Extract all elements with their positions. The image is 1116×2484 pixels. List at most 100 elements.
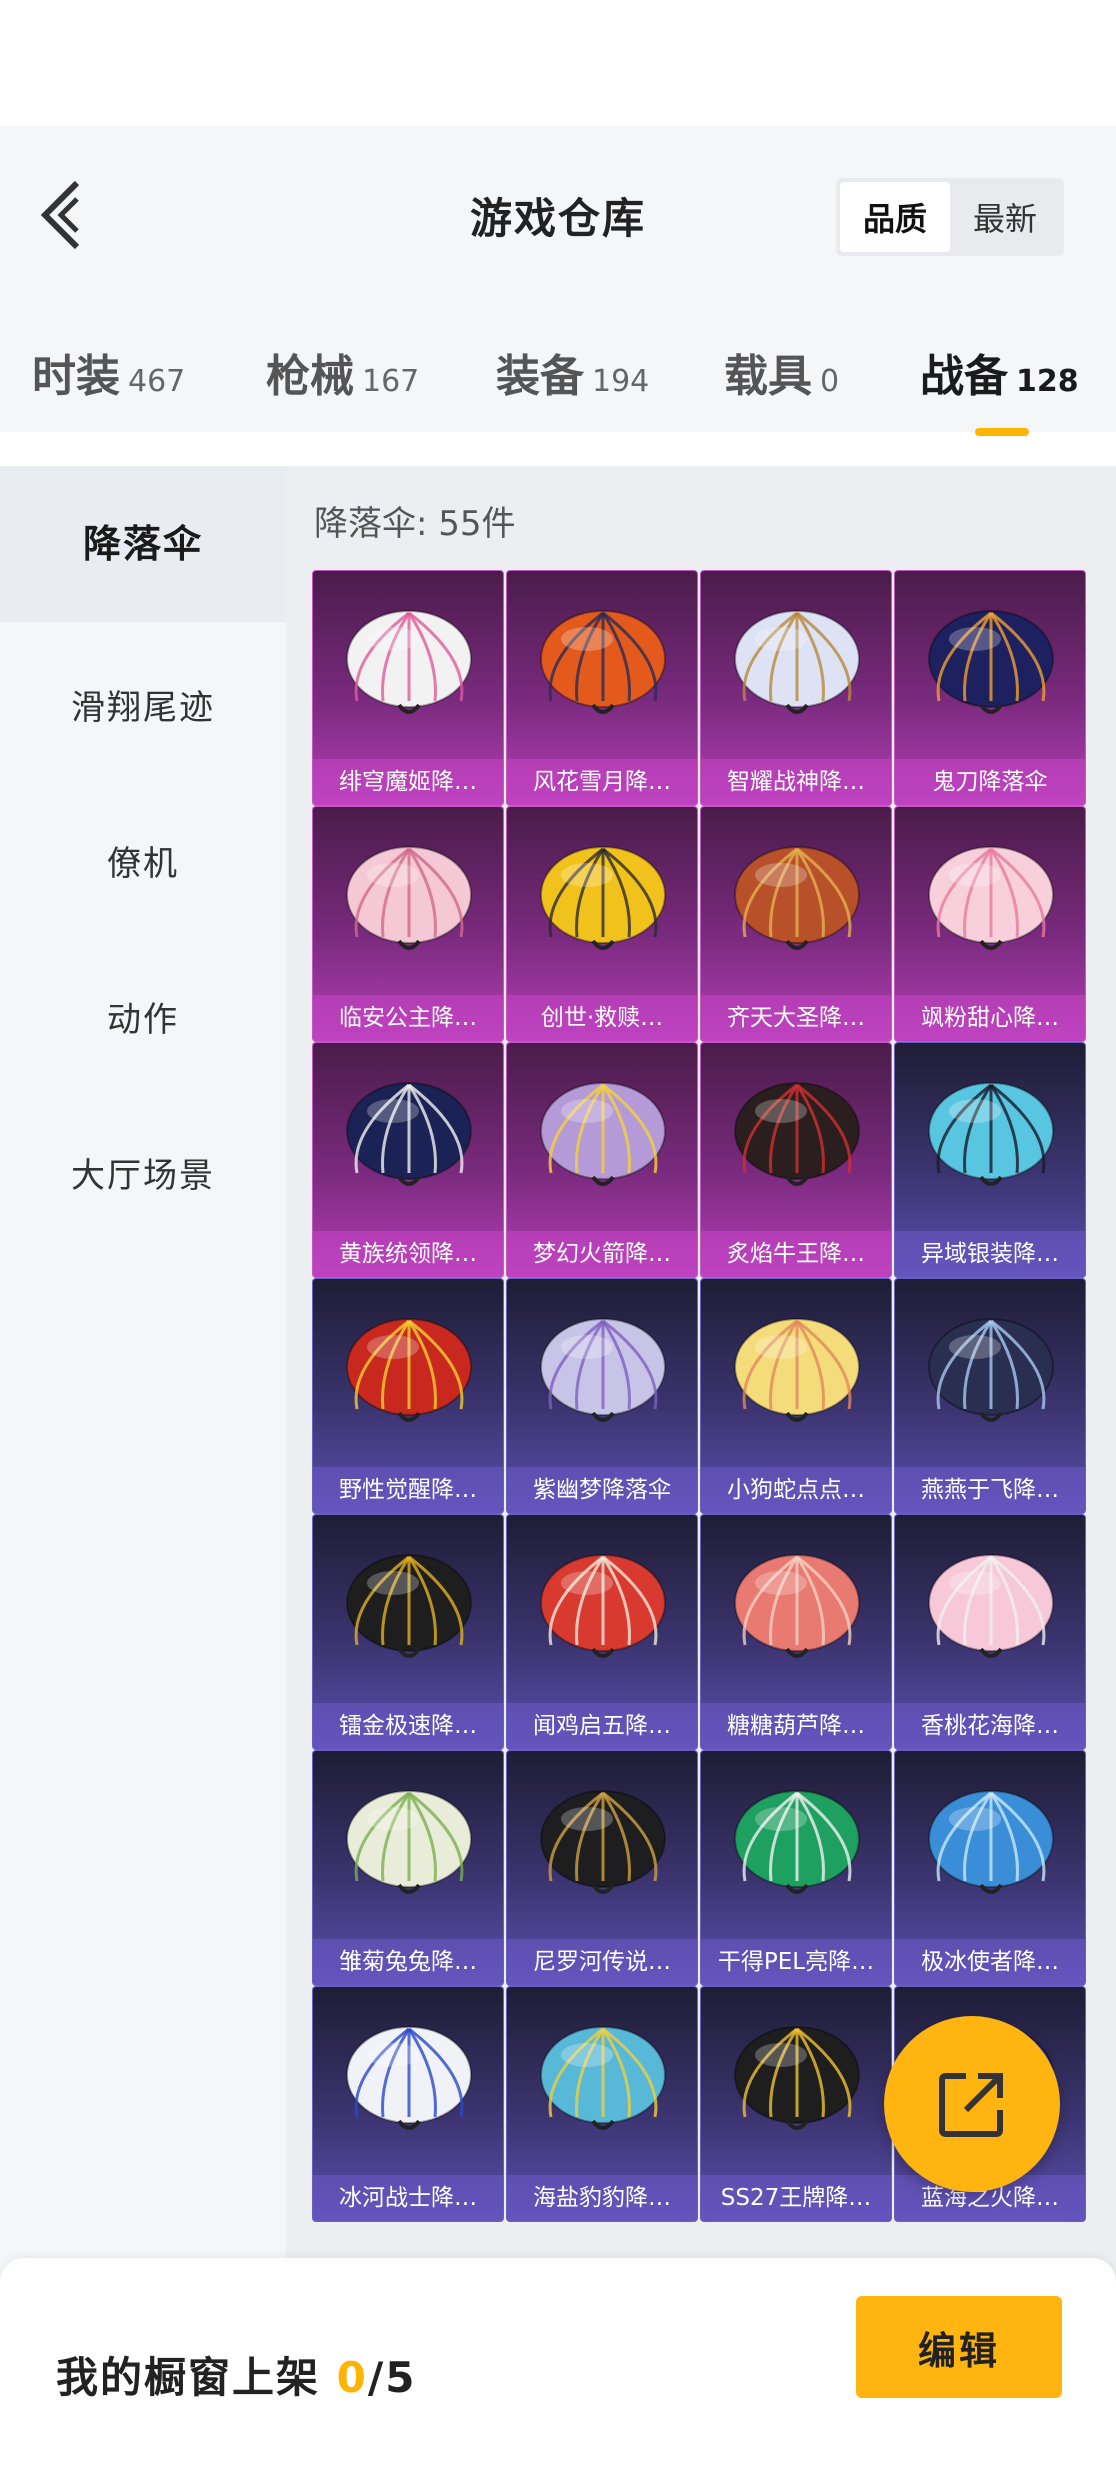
tab-count: 194 (592, 364, 650, 399)
item-name: 冰河战士降… (313, 2175, 503, 2221)
item-count-label: 降落伞: 55件 (314, 504, 516, 544)
parachute-icon (346, 1318, 472, 1422)
item-card[interactable]: 梦幻火箭降… (506, 1042, 698, 1278)
item-card[interactable]: 尼罗河传说… (506, 1750, 698, 1986)
item-name: 黄族统领降… (313, 1231, 503, 1277)
item-name: 齐天大圣降… (701, 995, 891, 1041)
item-name: 梦幻火箭降… (507, 1231, 697, 1277)
sidebar-item-glide-trail[interactable]: 滑翔尾迹 (0, 680, 286, 729)
sidebar-item-parachute[interactable]: 降落伞 (0, 466, 286, 622)
item-card[interactable]: 镭金极速降… (312, 1514, 504, 1750)
item-name: 紫幽梦降落伞 (507, 1467, 697, 1513)
item-card[interactable]: 飒粉甜心降… (894, 806, 1086, 1042)
bottom-bar: 我的橱窗上架 0/5 编辑 (0, 2258, 1116, 2484)
parachute-icon (540, 1554, 666, 1658)
edit-button[interactable]: 编辑 (856, 2296, 1062, 2398)
item-card[interactable]: 香桃花海降… (894, 1514, 1086, 1750)
item-name: 干得PEL亮降… (701, 1939, 891, 1985)
tab-fashion[interactable]: 时装 467 (32, 340, 185, 404)
tab-weapons[interactable]: 枪械 167 (266, 340, 419, 404)
share-button[interactable] (884, 2016, 1060, 2192)
parachute-icon (928, 1318, 1054, 1422)
item-name: 绯穹魔姬降… (313, 759, 503, 805)
item-card[interactable]: 小狗蛇点点… (700, 1278, 892, 1514)
parachute-icon (734, 846, 860, 950)
item-name: 极冰使者降… (895, 1939, 1085, 1985)
item-name: 镭金极速降… (313, 1703, 503, 1749)
item-card[interactable]: 冰河战士降… (312, 1986, 504, 2222)
item-card[interactable]: 海盐豹豹降… (506, 1986, 698, 2222)
item-card[interactable]: 野性觉醒降… (312, 1278, 504, 1514)
parachute-icon (928, 1554, 1054, 1658)
item-card[interactable]: 炙焰牛王降… (700, 1042, 892, 1278)
parachute-icon (540, 2026, 666, 2130)
parachute-icon (928, 610, 1054, 714)
item-card[interactable]: SS27王牌降… (700, 1986, 892, 2222)
parachute-icon (346, 2026, 472, 2130)
showcase-current-count: 0 (336, 2353, 368, 2402)
item-card[interactable]: 智耀战神降… (700, 570, 892, 806)
showcase-total: /5 (367, 2353, 417, 2402)
item-card[interactable]: 异域银装降… (894, 1042, 1086, 1278)
tab-count: 167 (362, 364, 420, 399)
parachute-icon (734, 1790, 860, 1894)
parachute-icon (734, 1318, 860, 1422)
parachute-icon (734, 1554, 860, 1658)
item-name: SS27王牌降… (701, 2175, 891, 2221)
tab-count: 128 (1016, 364, 1079, 399)
item-name: 香桃花海降… (895, 1703, 1085, 1749)
status-bar (0, 0, 1116, 126)
parachute-icon (540, 1082, 666, 1186)
parachute-icon (734, 1082, 860, 1186)
sidebar-item-wingman[interactable]: 僚机 (0, 836, 286, 885)
parachute-icon (346, 846, 472, 950)
item-name: 糖糖葫芦降… (701, 1703, 891, 1749)
sidebar: 降落伞 滑翔尾迹 僚机 动作 大厅场景 (0, 466, 286, 2484)
item-name: 野性觉醒降… (313, 1467, 503, 1513)
item-card[interactable]: 糖糖葫芦降… (700, 1514, 892, 1750)
item-card[interactable]: 鬼刀降落伞 (894, 570, 1086, 806)
item-card[interactable]: 绯穹魔姬降… (312, 570, 504, 806)
item-card[interactable]: 齐天大圣降… (700, 806, 892, 1042)
active-tab-indicator (975, 428, 1029, 436)
item-card[interactable]: 干得PEL亮降… (700, 1750, 892, 1986)
sort-option-newest[interactable]: 最新 (950, 182, 1060, 252)
item-name: 燕燕于飞降… (895, 1467, 1085, 1513)
item-card[interactable]: 紫幽梦降落伞 (506, 1278, 698, 1514)
share-icon (939, 2073, 1003, 2137)
tab-count: 0 (820, 364, 840, 399)
tab-label: 装备 (496, 351, 584, 402)
item-card[interactable]: 闻鸡启五降… (506, 1514, 698, 1750)
parachute-icon (540, 610, 666, 714)
parachute-icon (734, 2026, 860, 2130)
item-card[interactable]: 燕燕于飞降… (894, 1278, 1086, 1514)
item-card[interactable]: 临安公主降… (312, 806, 504, 1042)
item-name: 飒粉甜心降… (895, 995, 1085, 1041)
showcase-label: 我的橱窗上架 (56, 2353, 321, 2402)
tab-label: 战备 (920, 351, 1008, 402)
item-name: 小狗蛇点点… (701, 1467, 891, 1513)
item-name: 雏菊兔兔降… (313, 1939, 503, 1985)
sort-option-quality[interactable]: 品质 (840, 182, 950, 252)
item-name: 智耀战神降… (701, 759, 891, 805)
item-card[interactable]: 雏菊兔兔降… (312, 1750, 504, 1986)
tab-count: 467 (128, 364, 186, 399)
parachute-icon (346, 1554, 472, 1658)
item-card[interactable]: 极冰使者降… (894, 1750, 1086, 1986)
sidebar-item-emote[interactable]: 动作 (0, 992, 286, 1041)
tab-battle-prep[interactable]: 战备 128 (920, 340, 1079, 404)
sidebar-item-lobby-scene[interactable]: 大厅场景 (0, 1148, 286, 1197)
item-card[interactable]: 创世·救赎… (506, 806, 698, 1042)
parachute-icon (540, 1790, 666, 1894)
showcase-status: 我的橱窗上架 0/5 (56, 2344, 416, 2405)
tab-label: 枪械 (266, 351, 354, 402)
item-card[interactable]: 风花雪月降… (506, 570, 698, 806)
parachute-icon (928, 846, 1054, 950)
category-tabs: 时装 467 枪械 167 装备 194 载具 0 战备 128 (0, 340, 1116, 440)
tab-label: 载具 (724, 351, 812, 402)
tab-equipment[interactable]: 装备 194 (496, 340, 649, 404)
tab-vehicles[interactable]: 载具 0 (724, 340, 839, 404)
sort-toggle[interactable]: 品质 最新 (836, 178, 1064, 256)
parachute-icon (346, 610, 472, 714)
item-card[interactable]: 黄族统领降… (312, 1042, 504, 1278)
